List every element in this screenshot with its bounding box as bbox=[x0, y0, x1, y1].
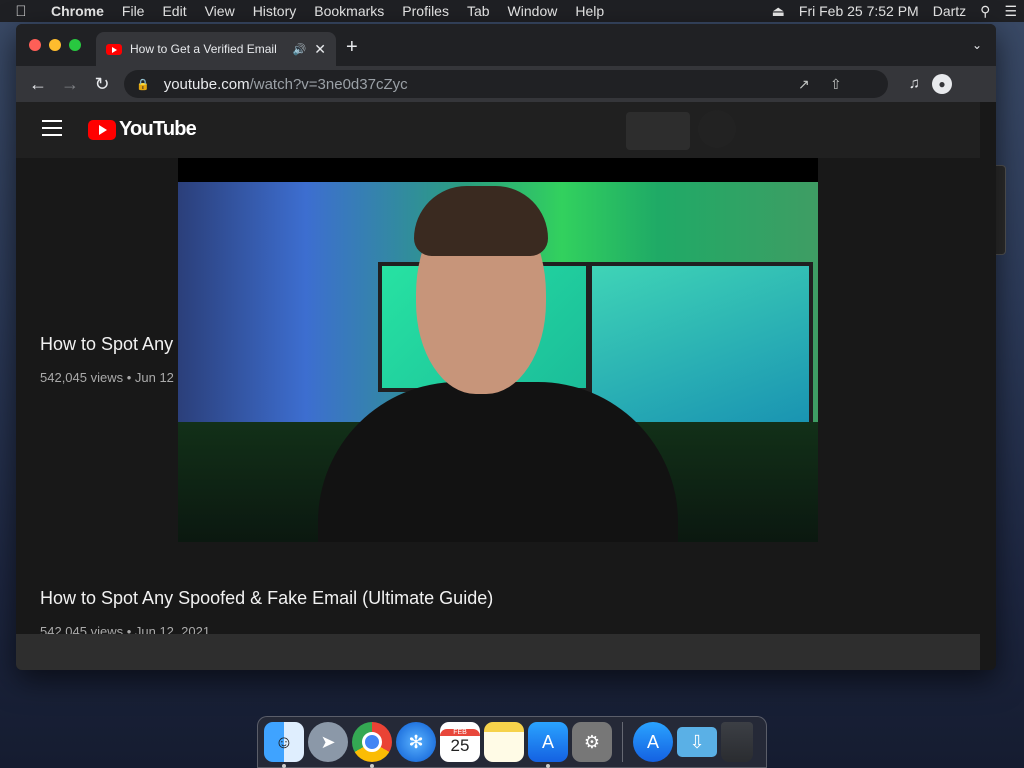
finder-icon[interactable]: ☺ bbox=[264, 722, 304, 768]
dock: ☺ ➤ ✻ FEB 25 A ⚙ A ⇩ bbox=[257, 716, 767, 768]
background-video-title[interactable]: How to Spot Any bbox=[40, 334, 173, 355]
tab-title: How to Get a Verified Email bbox=[130, 42, 277, 56]
menu-history[interactable]: History bbox=[244, 3, 306, 19]
youtube-favicon-icon bbox=[106, 43, 122, 55]
video-title[interactable]: How to Spot Any Spoofed & Fake Email (Ul… bbox=[40, 588, 493, 609]
app-store-download-icon[interactable]: A bbox=[633, 722, 673, 762]
apple-icon[interactable]:  bbox=[0, 3, 42, 20]
downloads-folder-icon[interactable]: ⇩ bbox=[677, 727, 717, 757]
youtube-logo-text: YouTube bbox=[119, 118, 197, 140]
menu-view[interactable]: View bbox=[196, 3, 244, 19]
menu-window[interactable]: Window bbox=[499, 3, 567, 19]
dock-separator bbox=[622, 722, 623, 762]
app-store-icon[interactable]: A bbox=[528, 722, 568, 768]
tab-youtube[interactable]: How to Get a Verified Email 🔊 ✕ bbox=[96, 32, 336, 66]
open-in-app-icon[interactable]: ↗ bbox=[798, 76, 810, 93]
profile-avatar-icon[interactable]: ● bbox=[932, 74, 952, 94]
safari-compass-icon[interactable]: ✻ bbox=[396, 722, 436, 762]
calendar-day: 25 bbox=[450, 735, 470, 755]
notes-icon[interactable] bbox=[484, 722, 524, 762]
forward-button[interactable]: → bbox=[54, 74, 86, 95]
system-preferences-gear-icon[interactable]: ⚙ bbox=[572, 722, 612, 762]
eject-icon[interactable]: ⏏ bbox=[765, 3, 792, 20]
running-indicator bbox=[282, 764, 286, 768]
trash-icon[interactable] bbox=[721, 722, 753, 762]
running-indicator bbox=[546, 764, 550, 768]
close-tab-icon[interactable]: ✕ bbox=[314, 41, 326, 58]
address-bar[interactable]: 🔒 youtube.com/watch?v=3ne0d37cZyc ↗ ⇧ bbox=[124, 70, 888, 98]
zoom-window-button[interactable] bbox=[69, 39, 81, 51]
menu-app-name[interactable]: Chrome bbox=[42, 3, 113, 19]
youtube-play-icon bbox=[88, 119, 116, 140]
background-window-edge bbox=[996, 165, 1006, 255]
media-controls-icon[interactable]: ♫ bbox=[909, 75, 920, 92]
tab-search-chevron-icon[interactable]: ⌄ bbox=[972, 38, 982, 52]
video-frame[interactable] bbox=[178, 182, 818, 542]
menu-user[interactable]: Dartz bbox=[926, 3, 973, 19]
youtube-logo[interactable]: YouTube bbox=[88, 118, 197, 141]
video-scene-person-hair bbox=[414, 186, 548, 256]
calendar-icon[interactable]: FEB 25 bbox=[440, 722, 480, 762]
chrome-window: How to Get a Verified Email 🔊 ✕ + ⌄ ← → … bbox=[16, 24, 996, 670]
spotlight-search-icon[interactable]: ⚲ bbox=[973, 3, 997, 20]
background-video-meta: 542,045 views • Jun 12 bbox=[40, 370, 174, 385]
close-window-button[interactable] bbox=[29, 39, 41, 51]
menu-hamburger-icon[interactable] bbox=[42, 120, 62, 141]
calendar-month: FEB bbox=[440, 728, 480, 736]
control-center-icon[interactable]: ☰ bbox=[997, 3, 1024, 20]
menu-datetime[interactable]: Fri Feb 25 7:52 PM bbox=[792, 3, 926, 19]
tab-strip: How to Get a Verified Email 🔊 ✕ + ⌄ bbox=[16, 24, 996, 66]
lock-icon[interactable]: 🔒 bbox=[136, 78, 150, 91]
bottom-panel bbox=[16, 634, 980, 670]
back-button[interactable]: ← bbox=[22, 74, 54, 95]
chrome-icon[interactable] bbox=[352, 722, 392, 768]
browser-toolbar: ← → ↻ 🔒 youtube.com/watch?v=3ne0d37cZyc … bbox=[16, 66, 996, 102]
header-placeholder bbox=[626, 112, 690, 150]
youtube-header: YouTube bbox=[16, 102, 980, 158]
video-player[interactable] bbox=[178, 158, 818, 542]
reload-button[interactable]: ↻ bbox=[86, 74, 118, 95]
menu-edit[interactable]: Edit bbox=[153, 3, 195, 19]
minimize-window-button[interactable] bbox=[49, 39, 61, 51]
menu-bookmarks[interactable]: Bookmarks bbox=[305, 3, 393, 19]
running-indicator bbox=[370, 764, 374, 768]
new-tab-button[interactable]: + bbox=[346, 36, 358, 59]
page-viewport: YouTube How to Spot Any 542,045 views • … bbox=[16, 102, 996, 670]
menu-help[interactable]: Help bbox=[566, 3, 613, 19]
menu-tab[interactable]: Tab bbox=[458, 3, 499, 19]
launchpad-icon[interactable]: ➤ bbox=[308, 722, 348, 762]
menu-bar:  Chrome File Edit View History Bookmark… bbox=[0, 0, 1024, 22]
audio-playing-icon[interactable]: 🔊 bbox=[293, 43, 307, 56]
menu-file[interactable]: File bbox=[113, 3, 154, 19]
url-path: /watch?v=3ne0d37cZyc bbox=[249, 75, 408, 93]
url-host: youtube.com bbox=[163, 75, 250, 93]
avatar-placeholder bbox=[698, 110, 736, 148]
share-icon[interactable]: ⇧ bbox=[830, 76, 842, 93]
menu-bar-status: ⏏ Fri Feb 25 7:52 PM Dartz ⚲ ☰ bbox=[765, 0, 1024, 22]
menu-profiles[interactable]: Profiles bbox=[393, 3, 458, 19]
